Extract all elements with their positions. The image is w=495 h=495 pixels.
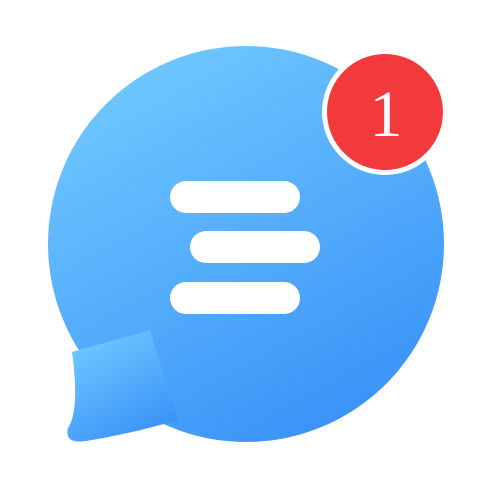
- notification-badge: 1: [322, 49, 448, 175]
- message-line-top: [170, 181, 300, 213]
- messenger-app-icon[interactable]: 1: [0, 0, 495, 495]
- message-lines-icon: [170, 181, 320, 314]
- notification-count: 1: [370, 78, 403, 151]
- message-line-middle: [190, 231, 320, 263]
- message-line-bottom: [170, 282, 300, 314]
